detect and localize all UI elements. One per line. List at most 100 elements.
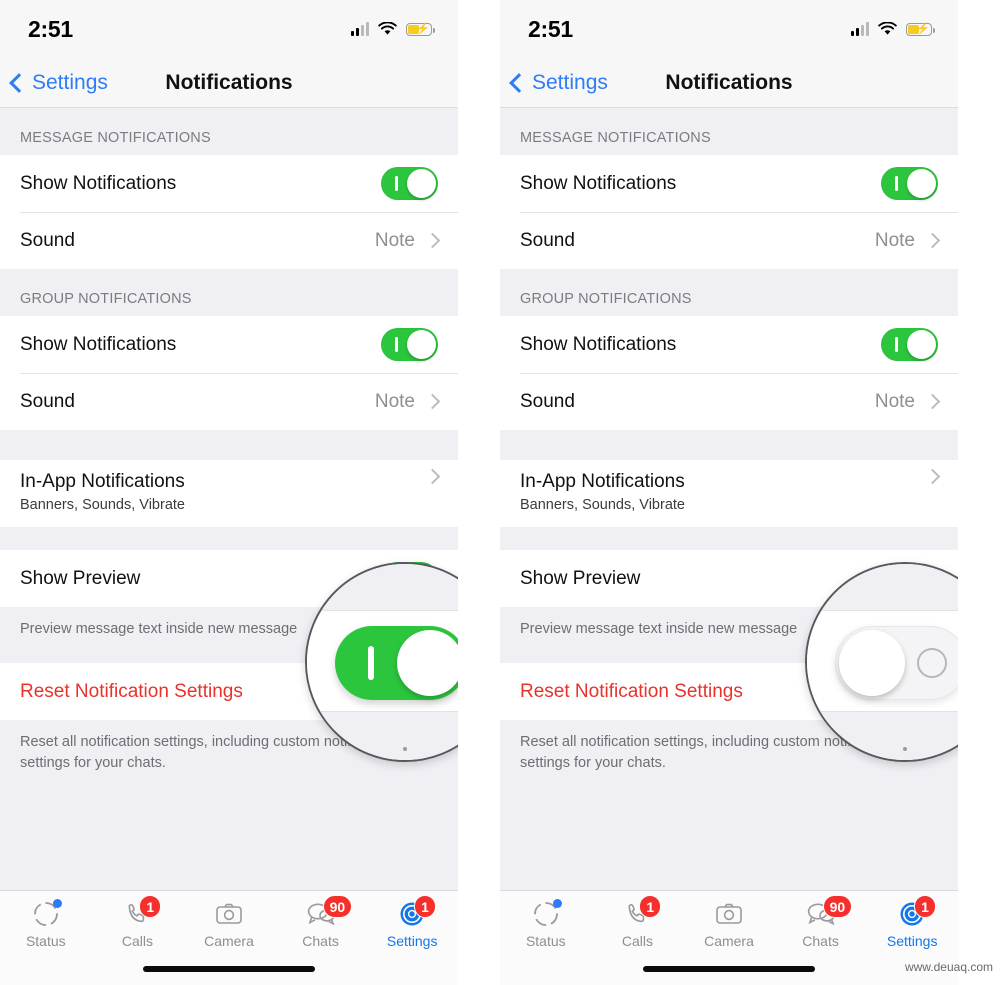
tab-label: Chats xyxy=(802,933,839,949)
row-sound-group[interactable]: Sound Note xyxy=(500,373,958,430)
row-label: Sound xyxy=(20,229,75,251)
chevron-right-icon xyxy=(924,393,941,410)
row-show-notifications-group[interactable]: Show Notifications xyxy=(500,316,958,373)
group-group-notifications: Show Notifications Sound Note xyxy=(0,316,458,430)
magnified-show-preview-toggle-on[interactable] xyxy=(335,626,458,700)
row-show-notifications-message[interactable]: Show Notifications xyxy=(0,155,458,212)
toggle-on-mark xyxy=(395,176,398,191)
magnifier-content xyxy=(307,564,458,760)
tab-list: Status 1 Calls Camera 90 Chats 1 Setting… xyxy=(0,891,458,965)
tab-status[interactable]: Status xyxy=(500,899,592,949)
sound-value: Note xyxy=(874,229,915,251)
row-accessory: Note xyxy=(875,391,941,413)
magnified-show-preview-toggle-off[interactable] xyxy=(835,626,958,700)
show-notifications-group-toggle[interactable] xyxy=(881,328,938,361)
tab-label: Status xyxy=(525,933,566,949)
tab-calls[interactable]: 1 Calls xyxy=(92,895,184,949)
toggle-on-mark xyxy=(368,646,374,680)
tab-calls[interactable]: 1 Calls xyxy=(592,895,684,949)
settings-list: MESSAGE NOTIFICATIONS Show Notifications… xyxy=(500,108,958,890)
chevron-right-icon xyxy=(424,468,441,485)
chat-bubbles-icon: 90 xyxy=(304,895,353,929)
tab-label: Calls xyxy=(121,933,153,949)
section-spacer xyxy=(500,430,958,460)
row-show-notifications-group[interactable]: Show Notifications xyxy=(0,316,458,373)
magnifier-band-top xyxy=(807,564,958,611)
status-bar: 2:51 ⚡ xyxy=(0,0,458,58)
calls-badge: 1 xyxy=(139,895,162,918)
toggle-on-mark xyxy=(895,176,898,191)
show-notifications-toggle[interactable] xyxy=(881,167,938,200)
tab-settings[interactable]: 1 Settings xyxy=(866,895,958,949)
sound-value: Note xyxy=(374,390,415,412)
magnifier-content xyxy=(807,564,958,760)
tab-chats[interactable]: 90 Chats xyxy=(775,895,867,949)
toggle-off-mark xyxy=(917,648,947,678)
phone-icon: 1 xyxy=(120,895,162,929)
chevron-right-icon xyxy=(424,393,441,410)
status-indicators: ⚡ xyxy=(351,22,435,36)
group-in-app: In-App Notifications Banners, Sounds, Vi… xyxy=(0,460,458,527)
row-label: Show Preview xyxy=(20,567,141,589)
status-unread-dot xyxy=(552,899,562,908)
camera-icon xyxy=(712,899,746,929)
row-text: In-App Notifications Banners, Sounds, Vi… xyxy=(20,471,185,513)
section-header-message: MESSAGE NOTIFICATIONS xyxy=(20,130,211,146)
row-label: Show Notifications xyxy=(20,333,177,355)
tab-chats[interactable]: 90 Chats xyxy=(275,895,367,949)
toggle-knob xyxy=(907,169,936,198)
phone-icon: 1 xyxy=(620,895,662,929)
row-accessory: Note xyxy=(874,229,941,252)
row-accessory: Note xyxy=(374,229,441,252)
show-notifications-group-toggle[interactable] xyxy=(381,328,438,361)
tab-bar: Status 1 Calls Camera 90 Chats 1 Setting… xyxy=(500,890,958,985)
toggle-on-mark xyxy=(895,337,898,352)
chevron-left-icon xyxy=(509,72,529,93)
row-label: Sound xyxy=(520,390,575,412)
tab-bar: Status 1 Calls Camera 90 Chats 1 Setting… xyxy=(0,890,458,985)
tab-label: Settings xyxy=(886,933,938,949)
row-sublabel: Banners, Sounds, Vibrate xyxy=(20,497,185,513)
settings-list: MESSAGE NOTIFICATIONS Show Notifications… xyxy=(0,108,458,890)
tab-camera[interactable]: Camera xyxy=(183,899,275,949)
back-button[interactable]: Settings xyxy=(0,71,108,95)
gear-icon: 1 xyxy=(395,895,436,929)
row-label: Reset Notification Settings xyxy=(20,680,243,702)
row-sound-group[interactable]: Sound Note xyxy=(0,373,458,430)
row-sound-message[interactable]: Sound Note xyxy=(0,212,458,269)
row-label: Show Notifications xyxy=(20,172,177,194)
row-in-app-notifications[interactable]: In-App Notifications Banners, Sounds, Vi… xyxy=(0,460,458,527)
row-text: In-App Notifications Banners, Sounds, Vi… xyxy=(520,471,685,513)
magnifier-anchor-dot xyxy=(403,747,407,751)
toggle-on-mark xyxy=(395,337,398,352)
row-label: Show Notifications xyxy=(520,333,677,355)
row-accessory xyxy=(881,328,938,361)
row-sound-message[interactable]: Sound Note xyxy=(500,212,958,269)
row-label: In-App Notifications xyxy=(520,471,685,492)
show-notifications-toggle[interactable] xyxy=(381,167,438,200)
row-accessory xyxy=(424,468,441,485)
tab-settings[interactable]: 1 Settings xyxy=(366,895,458,949)
row-in-app-notifications[interactable]: In-App Notifications Banners, Sounds, Vi… xyxy=(500,460,958,527)
nav-bar: Settings Notifications xyxy=(0,58,458,108)
magnifier-callout-on xyxy=(305,562,458,762)
tab-label: Chats xyxy=(302,933,339,949)
magnifier-callout-off xyxy=(805,562,958,762)
wifi-icon xyxy=(378,22,397,35)
status-ring-icon xyxy=(529,899,563,929)
toggle-knob xyxy=(839,630,905,696)
toggle-knob xyxy=(407,169,436,198)
tab-camera[interactable]: Camera xyxy=(683,899,775,949)
tab-label: Calls xyxy=(621,933,653,949)
group-message-notifications: Show Notifications Sound Note xyxy=(0,155,458,269)
back-button[interactable]: Settings xyxy=(500,71,608,95)
tab-status[interactable]: Status xyxy=(0,899,92,949)
magnifier-band-bottom xyxy=(807,711,958,760)
tab-label: Status xyxy=(25,933,66,949)
cellular-bars-icon xyxy=(851,22,869,36)
row-show-notifications-message[interactable]: Show Notifications xyxy=(500,155,958,212)
sound-value: Note xyxy=(374,229,415,251)
row-label: Show Notifications xyxy=(520,172,677,194)
tab-label: Camera xyxy=(204,933,254,949)
toggle-knob xyxy=(407,330,436,359)
